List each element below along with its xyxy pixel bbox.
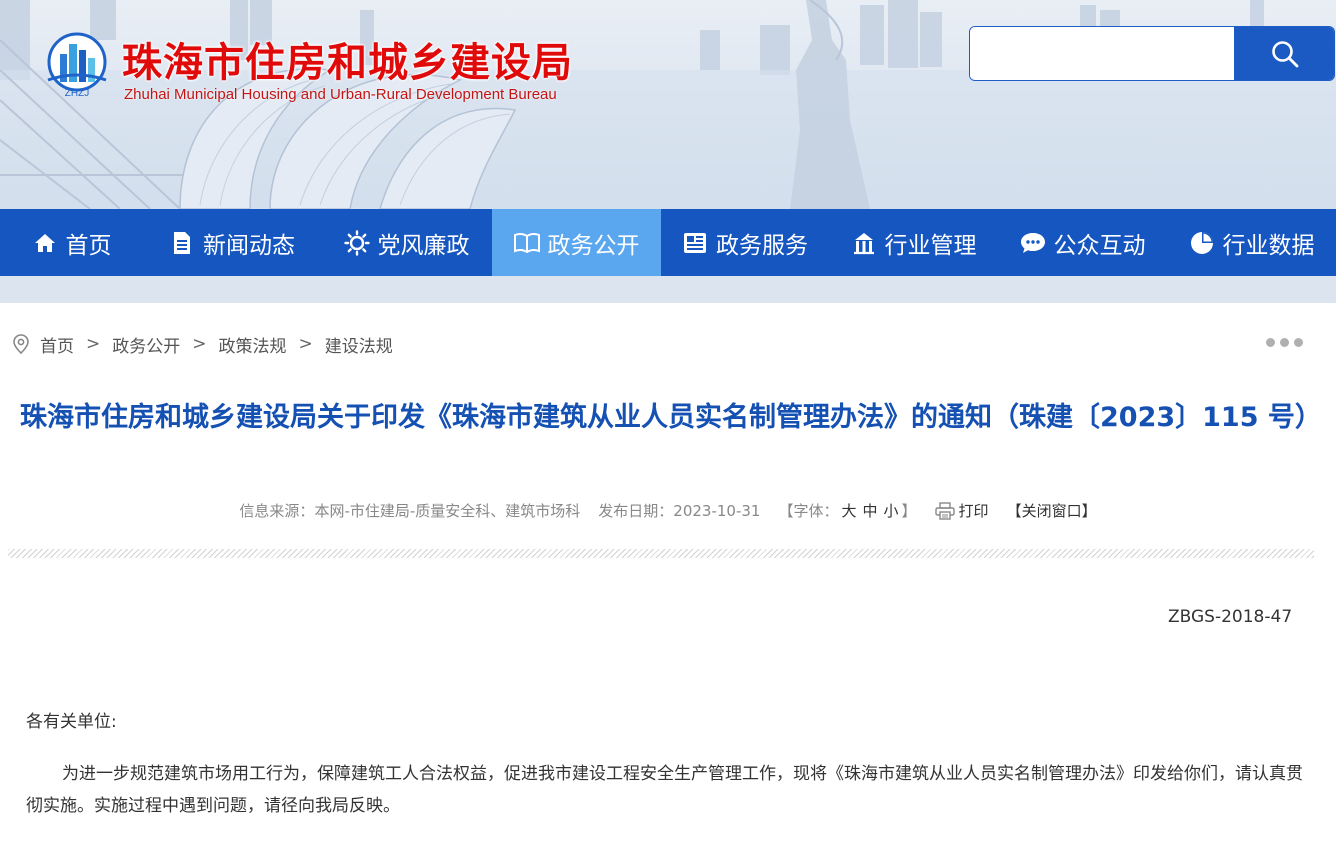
nav-label: 行业管理 — [884, 232, 977, 259]
dot-icon — [1280, 338, 1289, 347]
building-icon — [851, 230, 877, 256]
article-body: 为进一步规范建筑市场用工行为，保障建筑工人合法权益，促进我市建设工程安全生产管理… — [26, 764, 1303, 816]
nav-item-home[interactable]: 首页 — [0, 209, 143, 276]
nav-item-integrity[interactable]: 党风廉政 — [321, 209, 492, 276]
breadcrumb-government-affairs[interactable]: 政务公开 — [112, 332, 180, 357]
site-subtitle: Zhuhai Municipal Housing and Urban-Rural… — [124, 86, 557, 103]
home-icon — [32, 230, 58, 256]
location-pin-icon — [12, 334, 30, 354]
source-label: 信息来源： — [239, 502, 315, 520]
date-value: 2023-10-31 — [673, 501, 761, 520]
date-label: 发布日期： — [598, 502, 674, 520]
nav-label: 首页 — [65, 232, 112, 259]
font-small-button[interactable]: 小 — [884, 500, 899, 521]
logo-text: ZHZJ — [65, 88, 89, 99]
font-large-button[interactable]: 大 — [841, 500, 856, 521]
nav-shadow-strip — [0, 276, 1336, 303]
document-number: ZBGS-2018-47 — [1168, 607, 1293, 627]
printer-icon — [934, 501, 955, 520]
breadcrumb-separator: > — [86, 334, 101, 354]
nav-label: 新闻动态 — [203, 232, 295, 259]
font-size-label: 【字体： — [778, 502, 839, 520]
nav-item-government-affairs[interactable]: 政务公开 — [492, 209, 661, 276]
nav-label: 政务公开 — [547, 232, 640, 259]
salutation: 各有关单位: — [26, 712, 117, 732]
breadcrumb-home[interactable]: 首页 — [40, 332, 74, 357]
breadcrumb-policy[interactable]: 政策法规 — [219, 332, 287, 357]
font-medium-button[interactable]: 中 — [863, 500, 878, 521]
site-header: ZHZJ 珠海市住房和城乡建设局 Zhuhai Municipal Housin… — [0, 0, 1336, 209]
more-options-button[interactable] — [1266, 338, 1303, 347]
sun-icon — [343, 229, 370, 256]
document-icon — [169, 230, 195, 256]
nav-label: 党风廉政 — [377, 232, 470, 259]
nav-label: 政务服务 — [716, 232, 808, 259]
dot-icon — [1266, 338, 1275, 347]
nav-item-services[interactable]: 政务服务 — [661, 209, 829, 276]
chat-icon — [1020, 230, 1046, 256]
article-title: 珠海市住房和城乡建设局关于印发《珠海市建筑从业人员实名制管理办法》的通知（珠建〔… — [20, 402, 1322, 433]
open-book-icon — [513, 230, 540, 256]
meta-divider — [8, 549, 1314, 558]
article-meta: 信息来源： 本网-市住建局-质量安全科、建筑市场科 发布日期： 2023-10-… — [0, 500, 1336, 521]
breadcrumb-construction-regulations[interactable]: 建设法规 — [325, 332, 393, 357]
nav-label: 公众互动 — [1053, 232, 1146, 259]
newspaper-icon — [682, 230, 708, 256]
pie-chart-icon — [1189, 230, 1215, 256]
source-value: 本网-市住建局-质量安全科、建筑市场科 — [314, 502, 581, 520]
search-icon — [1271, 40, 1298, 67]
main-nav: 首页 新闻动态 党风廉政 政务公开 政务服务 行业管理 公众互动 行业数据 — [0, 209, 1336, 276]
bureau-logo: ZHZJ — [40, 32, 114, 102]
nav-item-news[interactable]: 新闻动态 — [143, 209, 321, 276]
search-button[interactable] — [1234, 27, 1334, 80]
breadcrumb-separator: > — [298, 334, 313, 354]
nav-label: 行业数据 — [1222, 232, 1315, 259]
close-window-button[interactable]: 【关闭窗口】 — [1007, 500, 1097, 521]
print-label: 打印 — [958, 502, 989, 520]
search-input[interactable] — [970, 27, 1234, 80]
nav-item-public-interaction[interactable]: 公众互动 — [998, 209, 1167, 276]
nav-item-industry-data[interactable]: 行业数据 — [1167, 209, 1336, 276]
breadcrumb: 首页 > 政务公开 > 政策法规 > 建设法规 — [12, 332, 393, 357]
dot-icon — [1294, 338, 1303, 347]
nav-item-industry-management[interactable]: 行业管理 — [829, 209, 998, 276]
search-box — [969, 26, 1335, 81]
breadcrumb-separator: > — [192, 334, 207, 354]
print-button[interactable]: 打印 — [934, 500, 989, 521]
site-title: 珠海市住房和城乡建设局 — [122, 40, 573, 86]
font-size-close: 】 — [901, 502, 917, 520]
